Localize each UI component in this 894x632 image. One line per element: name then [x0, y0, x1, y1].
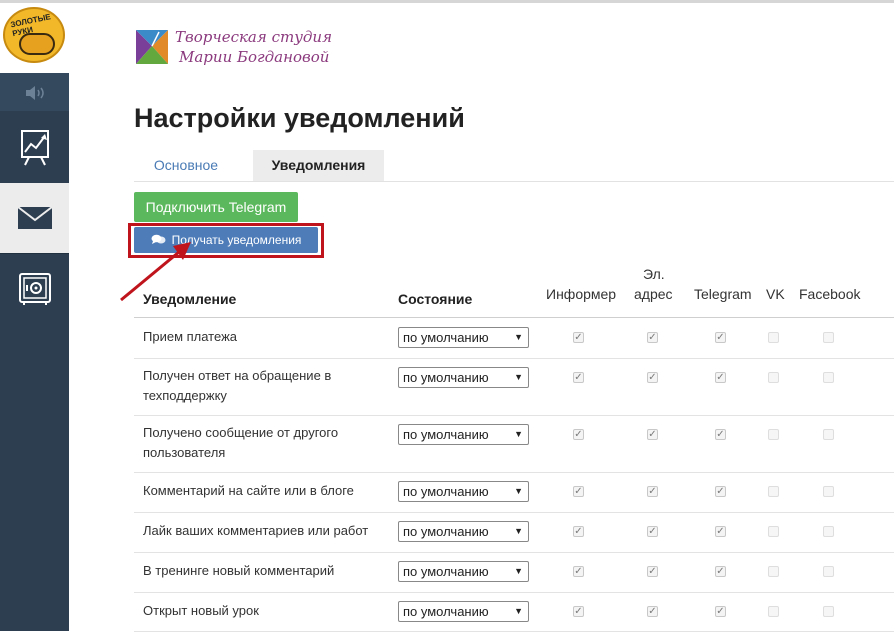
dropdown-caret-icon: ▼ — [514, 429, 523, 439]
checkbox-vk — [768, 486, 779, 497]
dropdown-caret-icon: ▼ — [514, 526, 523, 536]
checkbox-informer[interactable]: ✓ — [573, 606, 584, 617]
checkbox-vk — [768, 566, 779, 577]
col-header-notification: Уведомление — [143, 291, 237, 307]
checkbox-email[interactable]: ✓ — [647, 606, 658, 617]
state-select[interactable]: по умолчанию ▼ — [398, 424, 529, 445]
table-row: Получен ответ на обращение в техподдержк… — [134, 358, 894, 416]
col-header-email-line2: адрес — [634, 286, 673, 302]
checkbox-facebook — [823, 429, 834, 440]
notification-name: Получен ответ на обращение в техподдержк… — [143, 368, 332, 403]
state-select-value: по умолчанию — [403, 604, 489, 619]
checkbox-telegram[interactable]: ✓ — [715, 606, 726, 617]
table-row: Комментарий на сайте или в блоге по умолч… — [134, 472, 894, 513]
checkbox-informer[interactable]: ✓ — [573, 429, 584, 440]
notification-name: Открыт новый урок — [143, 603, 259, 618]
state-select-value: по умолчанию — [403, 427, 489, 442]
dropdown-caret-icon: ▼ — [514, 566, 523, 576]
brand-logo[interactable]: Творческая студия Марии Богдановой — [133, 26, 332, 68]
col-header-telegram: Telegram — [694, 286, 752, 302]
state-select[interactable]: по умолчанию ▼ — [398, 327, 529, 348]
checkbox-email[interactable]: ✓ — [647, 429, 658, 440]
tab-main[interactable]: Основное — [134, 150, 238, 181]
state-select-value: по умолчанию — [403, 564, 489, 579]
col-header-state: Состояние — [398, 291, 473, 307]
dropdown-caret-icon: ▼ — [514, 486, 523, 496]
state-select-value: по умолчанию — [403, 484, 489, 499]
dropdown-caret-icon: ▼ — [514, 606, 523, 616]
dropdown-caret-icon: ▼ — [514, 332, 523, 342]
col-header-facebook: Facebook — [799, 286, 861, 302]
table-row: Получено сообщение от другого пользовате… — [134, 415, 894, 473]
table-row: В тренинге новый комментарий по умолчанию… — [134, 552, 894, 593]
sidebar: ЗОЛОТЫЕ РУКИ — [0, 3, 69, 631]
brand-line-1: Творческая студия — [175, 28, 333, 46]
sidebar-item-notifications[interactable] — [0, 183, 69, 253]
tab-notifications[interactable]: Уведомления — [253, 150, 384, 181]
safe-icon — [18, 273, 51, 305]
checkbox-email[interactable]: ✓ — [647, 372, 658, 383]
checkbox-email[interactable]: ✓ — [647, 486, 658, 497]
mail-icon — [16, 206, 53, 229]
state-select-value: по умолчанию — [403, 370, 489, 385]
checkbox-informer[interactable]: ✓ — [573, 332, 584, 343]
checkbox-informer[interactable]: ✓ — [573, 486, 584, 497]
notification-name: Лайк ваших комментариев или работ — [143, 523, 369, 538]
col-header-vk: VK — [766, 286, 785, 302]
table-row: Прием платежа по умолчанию ▼ ✓ ✓ ✓ — [134, 318, 894, 359]
checkbox-facebook — [823, 332, 834, 343]
col-header-email-line1: Эл. — [643, 266, 665, 282]
state-select-value: по умолчанию — [403, 524, 489, 539]
logo-badge: ЗОЛОТЫЕ РУКИ — [3, 7, 65, 63]
col-header-informer: Информер — [546, 286, 617, 302]
table-row: Лайк ваших комментариев или работ по умол… — [134, 512, 894, 553]
checkbox-vk — [768, 332, 779, 343]
top-border — [0, 0, 894, 3]
checkbox-telegram[interactable]: ✓ — [715, 429, 726, 440]
dropdown-caret-icon: ▼ — [514, 372, 523, 382]
state-select-value: по умолчанию — [403, 330, 489, 345]
notification-name: Комментарий на сайте или в блоге — [143, 483, 354, 498]
checkbox-telegram[interactable]: ✓ — [715, 332, 726, 343]
sidebar-item-safe[interactable] — [0, 253, 69, 324]
state-select[interactable]: по умолчанию ▼ — [398, 561, 529, 582]
notification-name: В тренинге новый комментарий — [143, 563, 335, 578]
checkbox-email[interactable]: ✓ — [647, 526, 658, 537]
checkbox-telegram[interactable]: ✓ — [715, 372, 726, 383]
checkbox-facebook — [823, 526, 834, 537]
notification-name: Получено сообщение от другого пользовате… — [143, 425, 339, 460]
checkbox-facebook — [823, 566, 834, 577]
checkbox-vk — [768, 526, 779, 537]
checkbox-email[interactable]: ✓ — [647, 566, 658, 577]
checkbox-telegram[interactable]: ✓ — [715, 566, 726, 577]
table-row: Открыт новый урок по умолчанию ▼ ✓ ✓ ✓ — [134, 592, 894, 632]
checkbox-email[interactable]: ✓ — [647, 332, 658, 343]
checkbox-informer[interactable]: ✓ — [573, 372, 584, 383]
state-select[interactable]: по умолчанию ▼ — [398, 521, 529, 542]
checkbox-informer[interactable]: ✓ — [573, 526, 584, 537]
checkbox-informer[interactable]: ✓ — [573, 566, 584, 577]
checkbox-facebook — [823, 606, 834, 617]
checkbox-facebook — [823, 372, 834, 383]
connect-telegram-button[interactable]: Подключить Telegram — [134, 192, 298, 222]
brand-mark-icon — [133, 26, 171, 68]
checkbox-vk — [768, 372, 779, 383]
checkbox-vk — [768, 606, 779, 617]
brand-line-2: Марии Богдановой — [179, 48, 330, 66]
checkbox-telegram[interactable]: ✓ — [715, 526, 726, 537]
speaker-icon[interactable] — [0, 73, 69, 111]
page-title: Настройки уведомлений — [134, 103, 465, 133]
checkbox-facebook — [823, 486, 834, 497]
tabs: Основное Уведомления — [134, 150, 894, 182]
notification-name: Прием платежа — [143, 329, 238, 344]
state-select[interactable]: по умолчанию ▼ — [398, 601, 529, 622]
logo[interactable]: ЗОЛОТЫЕ РУКИ — [0, 3, 69, 73]
hands-icon — [19, 33, 55, 55]
checkbox-vk — [768, 429, 779, 440]
checkbox-telegram[interactable]: ✓ — [715, 486, 726, 497]
state-select[interactable]: по умолчанию ▼ — [398, 367, 529, 388]
sidebar-item-stats[interactable] — [0, 113, 69, 183]
state-select[interactable]: по умолчанию ▼ — [398, 481, 529, 502]
chart-icon — [20, 130, 49, 166]
